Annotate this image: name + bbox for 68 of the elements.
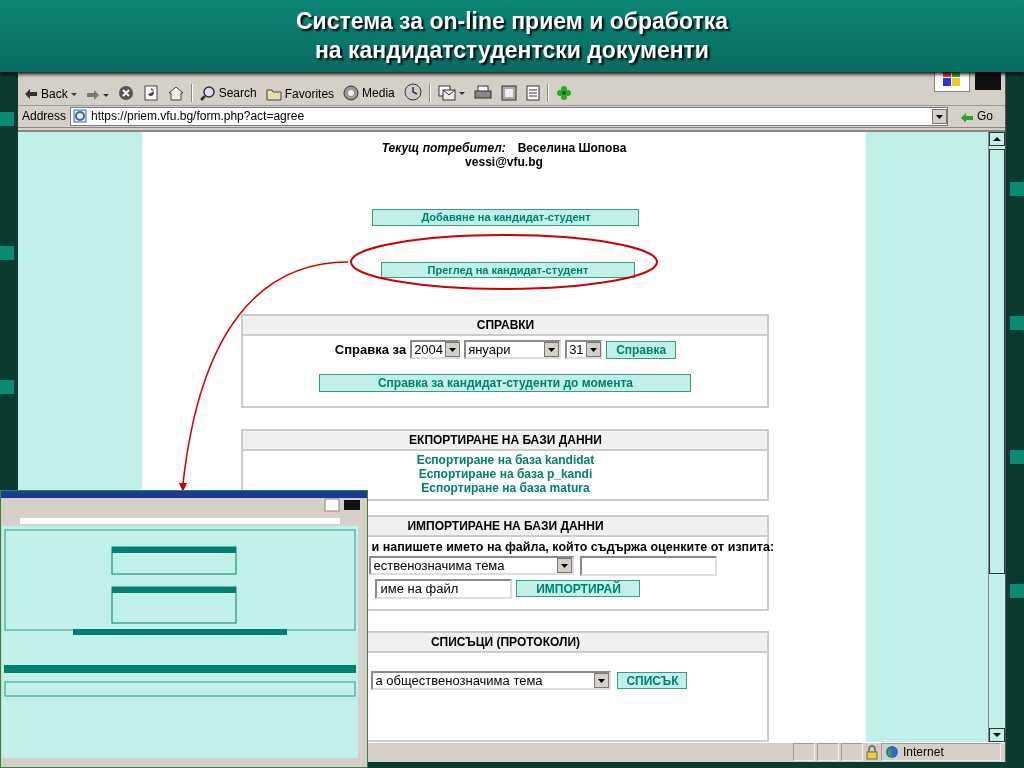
list-select[interactable]: а общественозначима тема xyxy=(371,671,612,691)
user-email: vessi@vfu.bg xyxy=(465,154,543,169)
search-icon xyxy=(199,85,216,101)
go-button[interactable]: Go xyxy=(952,109,1001,124)
back-button[interactable]: Back xyxy=(22,86,79,102)
globe-icon xyxy=(885,745,899,760)
stop-icon xyxy=(117,85,134,101)
side-marker xyxy=(1010,182,1024,196)
current-user-label: Текущ потребител: xyxy=(381,140,506,155)
media-icon xyxy=(343,85,360,101)
side-marker xyxy=(0,112,14,126)
address-field[interactable]: https://priem.vfu.bg/form.php?act=agree xyxy=(70,106,948,126)
topic-select[interactable]: ественозначима тема xyxy=(369,556,575,575)
favorites-button[interactable]: Favorites xyxy=(263,86,337,102)
list-button[interactable]: СПИСЪК xyxy=(617,672,688,690)
history-icon xyxy=(403,83,422,101)
document-icon xyxy=(525,85,540,101)
refresh-icon xyxy=(142,85,159,101)
status-pane xyxy=(841,743,863,762)
back-arrow-icon xyxy=(24,88,38,100)
address-label: Address xyxy=(22,109,66,124)
scroll-down-icon[interactable] xyxy=(989,727,1005,742)
side-marker xyxy=(1010,584,1024,598)
export-link[interactable]: Еспортиране на база kandidat xyxy=(416,453,595,468)
flower-icon xyxy=(555,85,572,101)
side-marker xyxy=(1010,316,1024,330)
printer-icon xyxy=(473,85,492,101)
slide-title: на кандидатстудентски документи xyxy=(314,36,709,65)
import-button[interactable]: ИМПОРТИРАЙ xyxy=(516,580,641,597)
report-label: Справка за xyxy=(334,342,407,358)
import-instruction: и напишете името на файла, който съдържа оценките от изпита: xyxy=(371,539,775,554)
zone-label: Internet xyxy=(903,745,944,760)
export-link[interactable]: Еспортиране на база matura xyxy=(421,481,590,496)
action-button[interactable]: Преглед на кандидат-студент xyxy=(381,261,635,279)
lock-icon xyxy=(865,744,879,760)
edit-icon xyxy=(500,85,517,101)
section-header: СПРАВКИ xyxy=(243,316,768,337)
mail-icon xyxy=(437,85,456,101)
action-button[interactable]: Добавяне на кандидат-студент xyxy=(372,208,640,226)
status-pane xyxy=(817,743,839,762)
month-select[interactable]: януари xyxy=(464,340,562,360)
export-link[interactable]: Еспортиране на база p_kandi xyxy=(418,467,593,482)
side-marker xyxy=(0,246,14,260)
text-field[interactable] xyxy=(580,555,718,576)
forward-arrow-icon xyxy=(85,89,100,101)
home-icon xyxy=(167,85,184,101)
mail-button[interactable] xyxy=(435,84,467,102)
day-select[interactable]: 31 xyxy=(565,340,603,360)
page-icon xyxy=(73,109,87,124)
edit-button[interactable] xyxy=(498,84,519,102)
section-header: ЕКПОРТИРАНЕ НА БАЗИ ДАННИ xyxy=(243,431,768,452)
scroll-thumb[interactable] xyxy=(989,148,1005,574)
scroll-up-icon[interactable] xyxy=(989,131,1005,146)
user-name: Веселина Шопова xyxy=(517,140,627,155)
file-name-field[interactable]: име на файл xyxy=(375,578,513,599)
year-select[interactable]: 2004 xyxy=(410,340,461,360)
report-button[interactable]: Справка xyxy=(606,340,677,359)
discuss-button[interactable] xyxy=(523,84,542,102)
summary-report-button[interactable]: Справка за кандидат-студенти до момента xyxy=(319,374,692,393)
print-button[interactable] xyxy=(471,84,494,102)
media-button[interactable]: Media xyxy=(341,84,397,102)
slide-title: Система за on-line прием и обработка xyxy=(295,7,729,36)
search-button[interactable]: Search xyxy=(197,84,259,102)
history-button[interactable] xyxy=(401,82,424,102)
side-marker xyxy=(1010,450,1024,464)
folder-icon xyxy=(265,87,282,101)
status-pane xyxy=(793,743,815,762)
side-marker xyxy=(0,380,14,394)
